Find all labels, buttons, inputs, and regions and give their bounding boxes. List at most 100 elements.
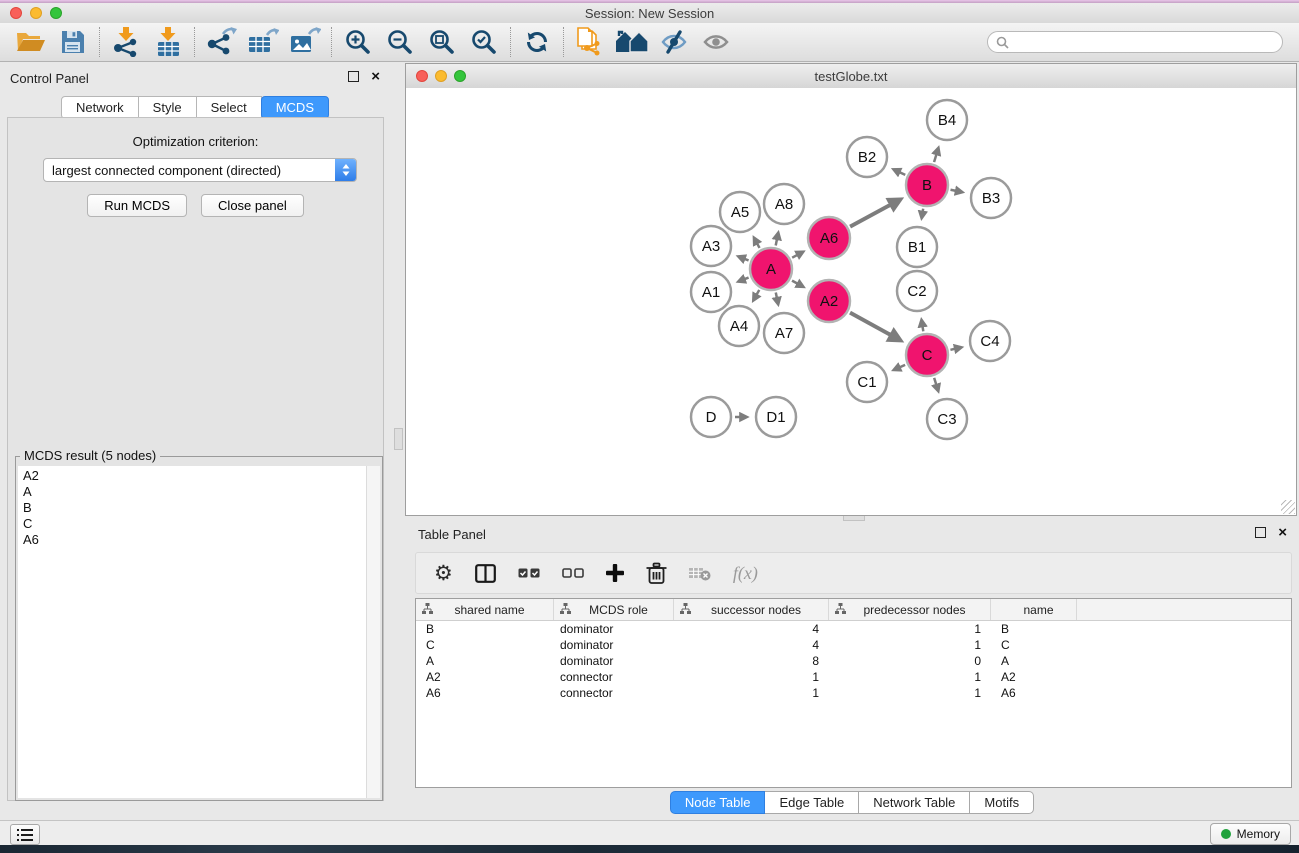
export-image-button[interactable]: [284, 25, 326, 59]
graph-node-B1[interactable]: B1: [897, 227, 937, 267]
graph-node-C[interactable]: C: [906, 334, 948, 376]
memory-button[interactable]: Memory: [1210, 823, 1291, 845]
zoom-out-button[interactable]: [379, 25, 421, 59]
criterion-dropdown[interactable]: largest connected component (directed): [43, 158, 357, 182]
column-header-shared-name[interactable]: shared name: [416, 599, 554, 620]
table-row[interactable]: A2connector11A2: [416, 669, 1291, 685]
search-field[interactable]: [987, 31, 1283, 53]
task-history-button[interactable]: [10, 824, 40, 845]
function-builder-button[interactable]: f(x): [733, 563, 758, 584]
graph-node-A5[interactable]: A5: [720, 192, 760, 232]
show-all-button[interactable]: [695, 25, 737, 59]
graph-node-B2[interactable]: B2: [847, 137, 887, 177]
control-panel: Control Panel × NetworkStyleSelectMCDS O…: [0, 62, 390, 820]
graph-node-B[interactable]: B: [906, 164, 948, 206]
mcds-result-item[interactable]: A: [23, 484, 361, 500]
select-all-columns-button[interactable]: [518, 568, 540, 578]
refresh-layout-button[interactable]: [516, 25, 558, 59]
network-close-button[interactable]: [416, 70, 428, 82]
vertical-split-handle[interactable]: [394, 428, 403, 450]
graph-node-C2[interactable]: C2: [897, 271, 937, 311]
zoom-fit-button[interactable]: [421, 25, 463, 59]
graph-node-A7[interactable]: A7: [764, 313, 804, 353]
column-header-successor-nodes[interactable]: successor nodes: [674, 599, 829, 620]
column-header-MCDS-role[interactable]: MCDS role: [554, 599, 674, 620]
tab-motifs[interactable]: Motifs: [970, 791, 1034, 814]
graph-node-A4[interactable]: A4: [719, 306, 759, 346]
tab-network[interactable]: Network: [61, 96, 139, 119]
control-panel-float-button[interactable]: [348, 71, 359, 82]
control-panel-close-button[interactable]: ×: [371, 71, 380, 82]
graph-node-C4[interactable]: C4: [970, 321, 1010, 361]
resize-grip[interactable]: [1281, 500, 1295, 514]
graph-node-B4[interactable]: B4: [927, 100, 967, 140]
mcds-result-item[interactable]: A2: [23, 468, 361, 484]
graph-node-C1[interactable]: C1: [847, 362, 887, 402]
maximize-window-button[interactable]: [50, 7, 62, 19]
import-table-button[interactable]: [147, 25, 189, 59]
graph-node-A3[interactable]: A3: [691, 226, 731, 266]
tab-node-table[interactable]: Node Table: [670, 791, 766, 814]
run-mcds-button[interactable]: Run MCDS: [87, 194, 187, 217]
table-row[interactable]: Cdominator41C: [416, 637, 1291, 653]
open-session-button[interactable]: [10, 25, 52, 59]
deselect-all-columns-button[interactable]: [562, 568, 584, 578]
mcds-result-item[interactable]: B: [23, 500, 361, 516]
graph-node-A1[interactable]: A1: [691, 272, 731, 312]
network-canvas-area[interactable]: A A1 A2 A3 A4 A5 A6 A7 A8 B B1 B2 B3B4 C C1 C2 C3C4 D D1: [406, 88, 1296, 515]
network-maximize-button[interactable]: [454, 70, 466, 82]
graph-node-A2[interactable]: A2: [808, 280, 850, 322]
search-input[interactable]: [1015, 34, 1274, 51]
show-columns-button[interactable]: [475, 564, 496, 583]
tab-style[interactable]: Style: [139, 96, 197, 119]
new-network-from-file-button[interactable]: [569, 25, 611, 59]
graph-node-C3[interactable]: C3: [927, 399, 967, 439]
delete-column-button[interactable]: [646, 562, 667, 585]
minimize-window-button[interactable]: [30, 7, 42, 19]
table-header-row: shared nameMCDS rolesuccessor nodesprede…: [416, 599, 1291, 621]
close-panel-button[interactable]: Close panel: [201, 194, 304, 217]
table-panel-float-button[interactable]: [1255, 527, 1266, 538]
column-header-name[interactable]: name: [991, 599, 1077, 620]
graph-node-D1[interactable]: D1: [756, 397, 796, 437]
tab-mcds[interactable]: MCDS: [261, 96, 329, 119]
table-row[interactable]: Bdominator41B: [416, 621, 1291, 637]
graph-edge-A-A8: [776, 233, 779, 246]
table-row[interactable]: Adominator80A: [416, 653, 1291, 669]
export-table-button[interactable]: [242, 25, 284, 59]
gear-icon: ⚙: [434, 563, 453, 583]
close-window-button[interactable]: [10, 7, 22, 19]
table-row[interactable]: A6connector11A6: [416, 685, 1291, 701]
zoom-selected-button[interactable]: [463, 25, 505, 59]
import-network-button[interactable]: [105, 25, 147, 59]
dropdown-stepper-icon[interactable]: [335, 159, 356, 181]
toolbar-separator: [331, 27, 332, 57]
table-tabs: Node TableEdge TableNetwork TableMotifs: [405, 791, 1299, 814]
graph-node-B3[interactable]: B3: [971, 178, 1011, 218]
create-column-button[interactable]: [606, 564, 624, 582]
tab-edge-table[interactable]: Edge Table: [765, 791, 859, 814]
save-session-button[interactable]: [52, 25, 94, 59]
table-settings-button[interactable]: ⚙: [434, 563, 453, 583]
graph-edge-A6-B: [850, 200, 900, 227]
zoom-in-button[interactable]: [337, 25, 379, 59]
mcds-result-item[interactable]: A6: [23, 532, 361, 548]
network-view-window: testGlobe.txt AA1A2A3A4A5A6A7A8BB1B2B3B4…: [405, 63, 1297, 516]
network-minimize-button[interactable]: [435, 70, 447, 82]
mcds-result-scrollbar[interactable]: [366, 466, 380, 798]
tab-network-table[interactable]: Network Table: [859, 791, 970, 814]
mcds-result-title: MCDS result (5 nodes): [20, 448, 160, 463]
tab-select[interactable]: Select: [197, 96, 262, 119]
export-network-button[interactable]: [200, 25, 242, 59]
graph-node-A6[interactable]: A6: [808, 217, 850, 259]
column-header-predecessor-nodes[interactable]: predecessor nodes: [829, 599, 991, 620]
hide-selected-button[interactable]: [653, 25, 695, 59]
home-networks-button[interactable]: [611, 25, 653, 59]
graph-node-A[interactable]: A: [750, 248, 792, 290]
delete-table-button[interactable]: [689, 565, 711, 581]
table-panel-close-button[interactable]: ×: [1278, 527, 1287, 538]
mcds-result-item[interactable]: C: [23, 516, 361, 532]
network-canvas[interactable]: A A1 A2 A3 A4 A5 A6 A7 A8 B B1 B2 B3B4 C C1 C2 C3C4 D D1: [406, 88, 1296, 515]
graph-node-D[interactable]: D: [691, 397, 731, 437]
graph-node-A8[interactable]: A8: [764, 184, 804, 224]
